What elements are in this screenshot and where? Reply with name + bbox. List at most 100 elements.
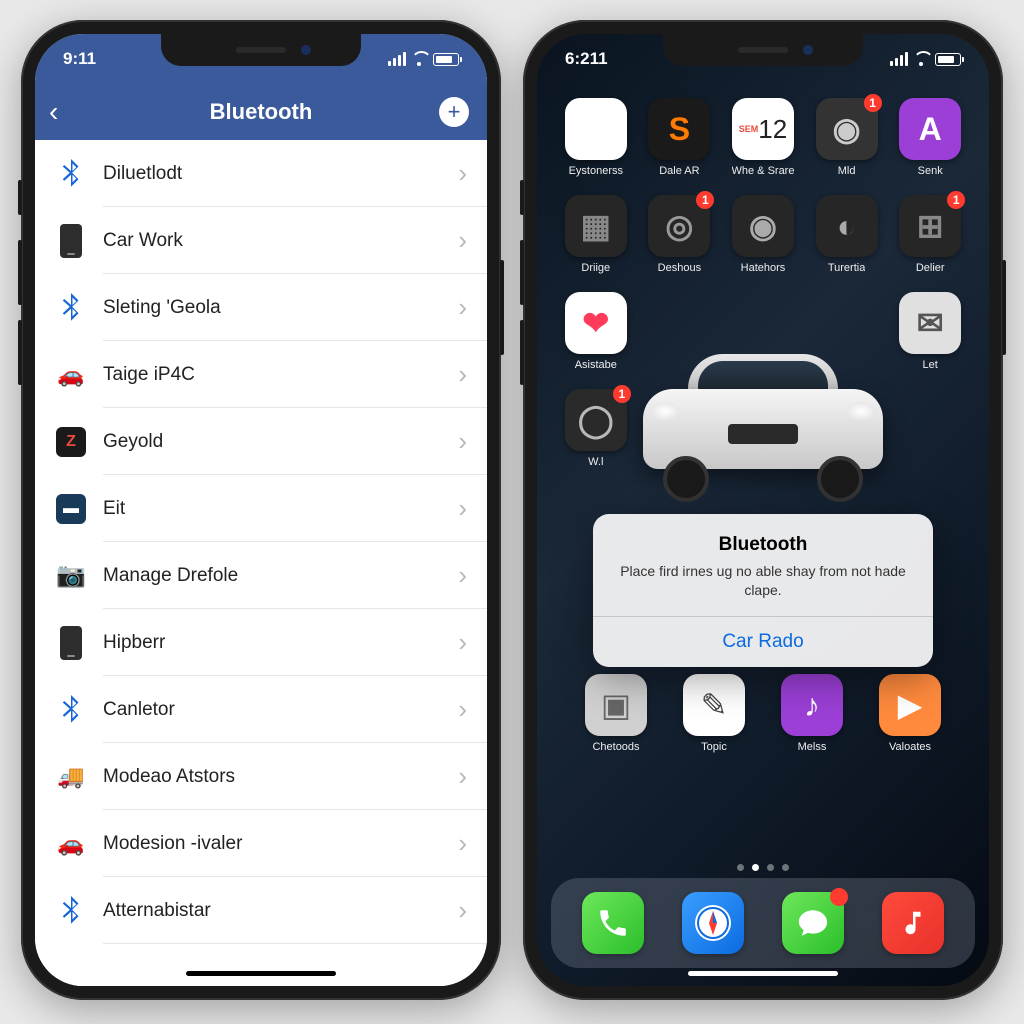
bluetooth-alert: Bluetooth Place fird irnes ug no able sh…: [593, 514, 933, 667]
app-label: Mld: [838, 165, 856, 177]
back-button[interactable]: ‹: [49, 98, 58, 126]
app[interactable]: SEM12Whe & Srare: [726, 98, 800, 177]
app[interactable]: ✉Let: [893, 292, 967, 371]
home-screen[interactable]: 6:211 ✿EystonerssS Dale AR SEM12Whe & Srar…: [537, 34, 989, 986]
badge: 1: [947, 191, 965, 209]
app-grid-bottom: ▣Chetoods ✎Topic ♪Melss ▶Valoates: [537, 674, 989, 753]
app-icon: ❤: [565, 292, 627, 354]
app-icon: ▬: [55, 493, 87, 525]
phone-right-screen: 6:211 ✿EystonerssS Dale AR SEM12Whe & Srar…: [537, 34, 989, 986]
app[interactable]: ◉1 Mld: [810, 98, 884, 177]
app-icon: ▦: [565, 195, 627, 257]
battery-icon: [935, 53, 961, 66]
car-widget[interactable]: [633, 344, 893, 494]
device-label: Taige iP4C: [103, 364, 458, 386]
page-dots[interactable]: [737, 864, 789, 871]
device-row[interactable]: Z Geyold›: [35, 408, 487, 475]
badge: 1: [696, 191, 714, 209]
app[interactable]: ⊞1Delier: [893, 195, 967, 274]
app[interactable]: ✿Eystonerss: [559, 98, 633, 177]
bluetooth-icon: [55, 158, 87, 190]
device-row[interactable]: ▬Eit›: [35, 475, 487, 542]
app-label: Hatehors: [741, 262, 786, 274]
chevron-right-icon: ›: [458, 359, 467, 390]
device-label: Hipberr: [103, 632, 458, 654]
device-label: Eit: [103, 498, 458, 520]
app-icon: ♪: [781, 674, 843, 736]
nav-title: Bluetooth: [210, 99, 313, 125]
chevron-right-icon: ›: [458, 426, 467, 457]
app[interactable]: ◯1 W.l: [559, 389, 633, 468]
device-label: Diluetlodt: [103, 163, 458, 185]
device-row[interactable]: Hipberr›: [35, 609, 487, 676]
app[interactable]: ▣Chetoods: [577, 674, 655, 753]
app-icon: ✉: [899, 292, 961, 354]
app-label: Senk: [918, 165, 943, 177]
dock-app-phone[interactable]: [582, 892, 644, 954]
app[interactable]: ▦Driige: [559, 195, 633, 274]
app[interactable]: S Dale AR: [643, 98, 717, 177]
app[interactable]: ◐Turertia: [810, 195, 884, 274]
device-row[interactable]: Car Work›: [35, 207, 487, 274]
alert-title: Bluetooth: [611, 534, 915, 556]
phone-left-frame: 9:11 ‹ Bluetooth + Diluetlodt›Car Work›S…: [21, 20, 501, 1000]
chevron-right-icon: ›: [458, 627, 467, 658]
device-row[interactable]: 📷Manage Drefole›: [35, 542, 487, 609]
device-row[interactable]: Diluetlodt›: [35, 140, 487, 207]
device-label: Sleting 'Geola: [103, 297, 458, 319]
dock: [551, 878, 975, 968]
status-time: 9:11: [63, 49, 96, 69]
bluetooth-icon: [55, 895, 87, 927]
chevron-right-icon: ›: [458, 761, 467, 792]
app[interactable]: ✎Topic: [675, 674, 753, 753]
notch: [161, 34, 361, 66]
app-icon: A: [899, 98, 961, 160]
app-icon: ✎: [683, 674, 745, 736]
add-button[interactable]: +: [439, 97, 469, 127]
app-label: Deshous: [658, 262, 701, 274]
phone-device-icon: [55, 627, 87, 659]
device-list[interactable]: Diluetlodt›Car Work›Sleting 'Geola›🚗Taig…: [35, 140, 487, 986]
device-row[interactable]: Sleting 'Geola›: [35, 274, 487, 341]
dock-app-msg[interactable]: [782, 892, 844, 954]
app[interactable]: ▶Valoates: [871, 674, 949, 753]
dock-app-music[interactable]: [882, 892, 944, 954]
app[interactable]: ◉Hatehors: [726, 195, 800, 274]
app-label: Asistabe: [575, 359, 617, 371]
device-row[interactable]: Atternabistar›: [35, 877, 487, 944]
dock-app-compass[interactable]: [682, 892, 744, 954]
app[interactable]: ❤ Asistabe: [559, 292, 633, 371]
device-label: Geyold: [103, 431, 458, 453]
app-icon: S: [648, 98, 710, 160]
app-label: W.l: [588, 456, 603, 468]
device-label: Modesion -ivaler: [103, 833, 458, 855]
device-row[interactable]: 🚚Modeao Atstors›: [35, 743, 487, 810]
chevron-right-icon: ›: [458, 292, 467, 323]
chevron-right-icon: ›: [458, 828, 467, 859]
app[interactable]: ♪Melss: [773, 674, 851, 753]
app[interactable]: ◎1Deshous: [643, 195, 717, 274]
alert-button-car-rado[interactable]: Car Rado: [593, 616, 933, 667]
app[interactable]: A Senk: [893, 98, 967, 177]
app-label: Whe & Srare: [732, 165, 795, 177]
app-icon: ◉1: [816, 98, 878, 160]
chevron-right-icon: ›: [458, 895, 467, 926]
status-time: 6:211: [565, 49, 608, 69]
app-icon: Z: [55, 426, 87, 458]
device-row[interactable]: 🚗Modesion -ivaler›: [35, 810, 487, 877]
wifi-icon: [411, 53, 428, 66]
battery-icon: [433, 53, 459, 66]
nav-bar: ‹ Bluetooth +: [35, 84, 487, 140]
home-indicator[interactable]: [186, 971, 336, 976]
car-icon: 🚗: [55, 359, 87, 391]
device-row[interactable]: 🚗 Taige iP4C›: [35, 341, 487, 408]
device-label: Manage Drefole: [103, 565, 458, 587]
app-label: Dale AR: [659, 165, 699, 177]
app-label: Delier: [916, 262, 945, 274]
home-indicator[interactable]: [688, 971, 838, 976]
device-row[interactable]: Canletor›: [35, 676, 487, 743]
app-icon: ◯1: [565, 389, 627, 451]
device-label: Canletor: [103, 699, 458, 721]
phone-left-screen: 9:11 ‹ Bluetooth + Diluetlodt›Car Work›S…: [35, 34, 487, 986]
status-icons: [890, 52, 961, 66]
